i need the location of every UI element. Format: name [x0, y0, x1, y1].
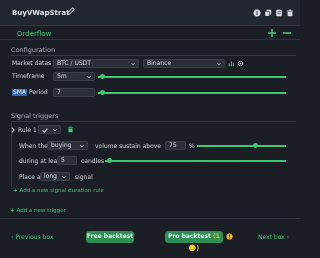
sma-period-input[interactable]: 7 — [53, 88, 95, 97]
market-datas-label: Market datas — [12, 60, 52, 67]
footer-divider — [0, 218, 300, 219]
next-box-label: Next box — [258, 234, 285, 241]
percent-symbol: % — [189, 143, 195, 150]
timeframe-select[interactable]: 5m — [53, 72, 95, 81]
check-icon — [42, 127, 48, 133]
side-select[interactable]: buying — [47, 141, 88, 150]
pro-backtest-button[interactable]: Pro backtest (1 🪙) — [165, 231, 223, 252]
position-select[interactable]: long — [40, 172, 70, 181]
candles-slider-track[interactable] — [105, 160, 286, 162]
delete-rule-icon[interactable] — [67, 126, 74, 133]
strategy-title: BuyVWapStrat — [12, 9, 70, 17]
edit-title-icon[interactable] — [67, 7, 75, 15]
chevron-down-icon — [87, 75, 91, 79]
candles-input[interactable]: 5 — [57, 156, 77, 165]
chevron-down-icon — [217, 62, 221, 66]
chevron-right-icon: › — [284, 234, 290, 241]
warning-icon[interactable] — [226, 233, 233, 240]
timeframe-slider-track[interactable] — [98, 76, 286, 78]
chevron-down-icon — [80, 144, 84, 148]
box-header: BuyVWapStrat — [0, 0, 300, 26]
rule-mode-select[interactable] — [38, 125, 61, 134]
signal-triggers-title: Signal triggers — [11, 112, 59, 120]
when-the-text: When the — [19, 143, 48, 150]
add-trigger-label: Add a new trigger — [16, 208, 66, 214]
tab-orderflow[interactable]: Orderflow — [17, 30, 51, 38]
sma-period-label: SMA Period — [12, 89, 48, 96]
threshold-value: 75 — [169, 142, 177, 149]
configuration-divider — [11, 55, 296, 56]
pair-select[interactable]: BTC / USDT — [53, 59, 139, 68]
pro-backtest-label: Pro backtest — [168, 233, 211, 240]
chevron-down-icon — [53, 128, 57, 132]
threshold-slider-thumb[interactable] — [253, 143, 258, 148]
previous-box-label: Previous box — [15, 234, 54, 241]
add-duration-rule-label: Add a new signal duration rule — [19, 188, 104, 194]
sma-slider-track[interactable] — [98, 92, 286, 94]
exchange-select[interactable]: Binance — [143, 59, 225, 68]
duplicate-icon[interactable] — [264, 9, 272, 17]
candles-text: candles — [81, 158, 105, 165]
timeframe-value: 5m — [57, 73, 67, 80]
exchange-value: Binance — [147, 60, 172, 67]
candles-value: 5 — [61, 157, 65, 164]
threshold-input[interactable]: 75 — [165, 141, 186, 150]
header-actions — [253, 9, 294, 17]
timeframe-label: Timeframe — [12, 73, 45, 80]
coin-icon: 🪙) — [188, 245, 200, 252]
add-duration-rule-link[interactable]: + Add a new signal duration rule — [13, 188, 104, 194]
sma-label-rest: Period — [27, 89, 48, 96]
timeframe-slider-thumb[interactable] — [100, 74, 105, 79]
tab-divider — [0, 39, 300, 40]
add-tab-icon[interactable] — [268, 29, 276, 37]
position-value: long — [44, 173, 57, 180]
volume-sustain-text: volume sustain above — [95, 143, 161, 150]
pro-badge: (1 — [213, 233, 220, 240]
sma-label-highlight: SMA — [12, 89, 28, 96]
threshold-slider-track[interactable] — [197, 145, 286, 147]
rule-label: Rule 1 — [18, 127, 37, 134]
signal-text: signal — [75, 174, 93, 181]
previous-box-link[interactable]: ‹ Previous box — [11, 234, 53, 241]
pair-value: BTC / USDT — [57, 60, 91, 67]
info-icon[interactable] — [253, 9, 261, 17]
add-trigger-link[interactable]: + Add a new trigger — [10, 208, 66, 214]
collapse-icon[interactable] — [10, 127, 16, 133]
chevron-down-icon — [131, 62, 135, 66]
chart-icon[interactable] — [228, 60, 235, 67]
candles-slider-thumb[interactable] — [107, 158, 112, 163]
gear-icon[interactable] — [237, 60, 244, 67]
remove-tab-icon[interactable] — [283, 29, 291, 37]
configuration-title: Configuration — [11, 46, 56, 54]
sma-slider-thumb[interactable] — [100, 90, 105, 95]
sma-period-value: 7 — [57, 89, 61, 96]
delete-icon[interactable] — [286, 9, 294, 17]
free-backtest-button[interactable]: Free backtest — [86, 231, 134, 243]
side-value: buying — [51, 142, 72, 149]
place-a-text: Place a — [19, 174, 41, 181]
next-box-link[interactable]: Next box › — [258, 234, 289, 241]
chevron-down-icon — [62, 175, 66, 179]
copy-icon[interactable] — [275, 9, 283, 17]
